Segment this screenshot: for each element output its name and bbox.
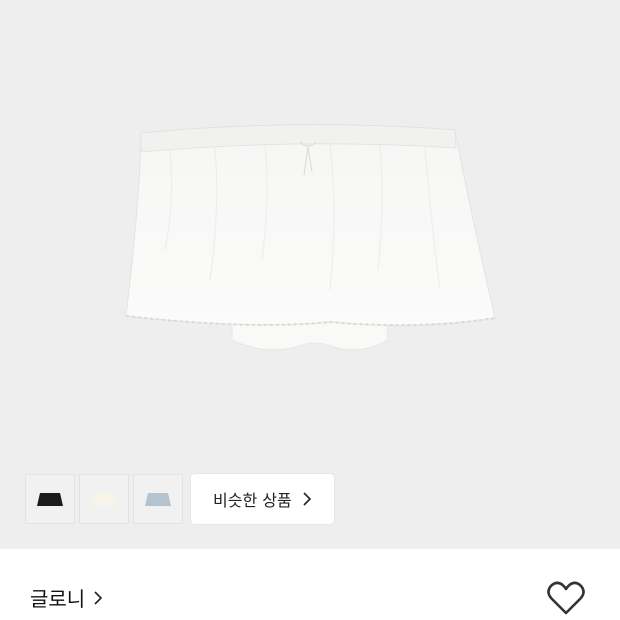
color-thumbnails: 비슷한 상품	[25, 474, 334, 524]
color-thumb-ivory[interactable]	[79, 474, 129, 524]
product-image	[125, 124, 496, 351]
brand-link[interactable]: 글로니	[30, 583, 103, 612]
ivory-skirt-thumb-icon	[91, 493, 117, 506]
chevron-right-icon	[303, 492, 311, 506]
light-blue-skirt-thumb-icon	[145, 493, 171, 506]
color-thumb-black[interactable]	[25, 474, 75, 524]
product-image-area	[0, 0, 620, 549]
chevron-right-icon	[94, 590, 103, 605]
brand-name: 글로니	[30, 587, 86, 611]
similar-products-button[interactable]: 비슷한 상품	[191, 474, 334, 524]
color-thumb-light-blue[interactable]	[133, 474, 183, 524]
black-skirt-thumb-icon	[37, 493, 63, 506]
similar-products-label: 비슷한 상품	[213, 491, 292, 510]
heart-outline-icon[interactable]	[546, 580, 586, 616]
